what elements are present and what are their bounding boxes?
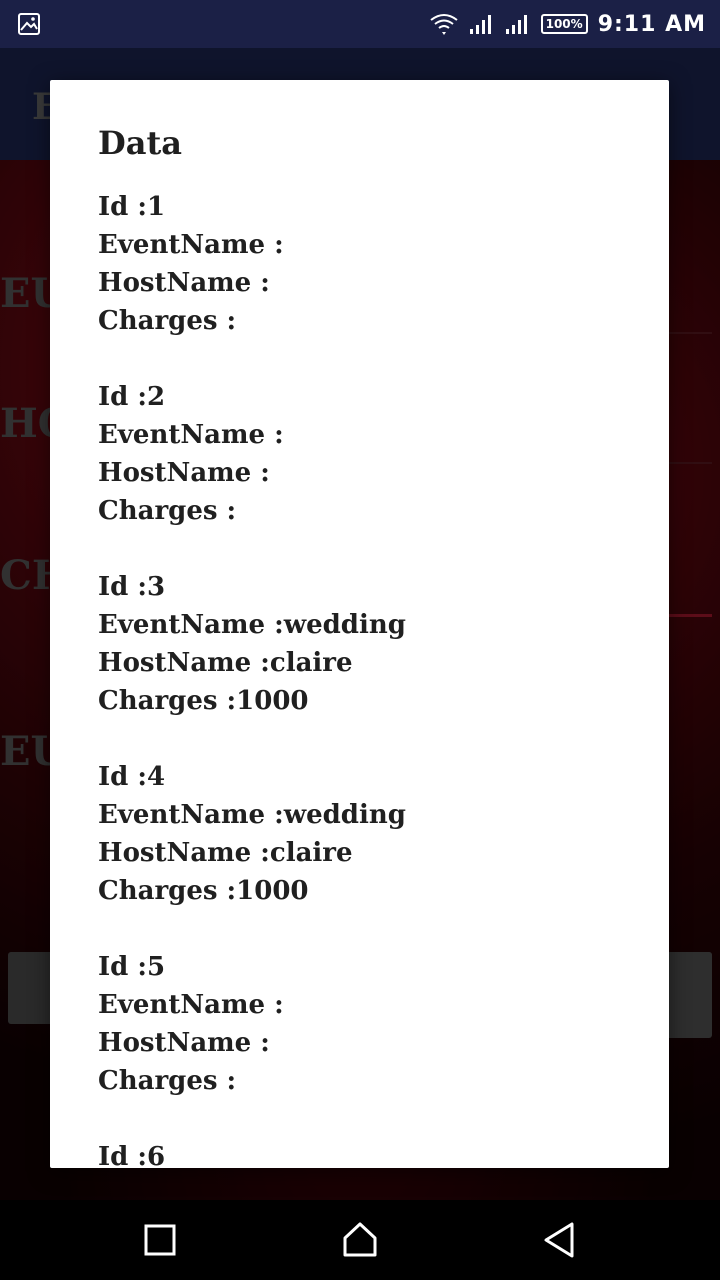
record-id: Id :4 [98, 762, 166, 792]
record-item: Id :4 EventName :wedding HostName :clair… [98, 758, 645, 910]
recents-icon[interactable] [138, 1218, 182, 1262]
record-event-name: EventName : [98, 990, 284, 1020]
record-item: Id :5 EventName : HostName : Charges : [98, 948, 645, 1100]
record-host-name: HostName : [98, 1028, 270, 1058]
battery-icon: 100% [540, 14, 588, 34]
record-host-name: HostName :claire [98, 648, 353, 678]
record-item: Id :1 EventName : HostName : Charges : [98, 188, 645, 340]
record-charges: Charges :1000 [98, 876, 309, 906]
record-item: Id :6 [98, 1138, 645, 1168]
image-icon [18, 13, 40, 35]
record-event-name: EventName :wedding [98, 610, 406, 640]
record-item: Id :3 EventName :wedding HostName :clair… [98, 568, 645, 720]
record-item: Id :2 EventName : HostName : Charges : [98, 378, 645, 530]
data-dialog: Data Id :1 EventName : HostName : Charge… [50, 80, 669, 1168]
navigation-bar [0, 1200, 720, 1280]
record-id: Id :3 [98, 572, 166, 602]
records-list[interactable]: Id :1 EventName : HostName : Charges : I… [98, 188, 645, 1168]
record-event-name: EventName :wedding [98, 800, 406, 830]
status-bar: 100% 9:11 AM [0, 0, 720, 48]
signal-icon [505, 15, 527, 34]
record-charges: Charges : [98, 1066, 237, 1096]
dialog-title: Data [98, 124, 182, 162]
record-charges: Charges : [98, 496, 237, 526]
record-id: Id :2 [98, 382, 166, 412]
record-host-name: HostName : [98, 458, 270, 488]
record-event-name: EventName : [98, 420, 284, 450]
wifi-icon [430, 14, 458, 35]
record-charges: Charges : [98, 306, 237, 336]
signal-icon [469, 15, 491, 34]
record-host-name: HostName : [98, 268, 270, 298]
record-host-name: HostName :claire [98, 838, 353, 868]
record-id: Id :1 [98, 192, 166, 222]
back-icon[interactable] [538, 1218, 582, 1262]
status-time: 9:11 AM [597, 11, 706, 37]
record-charges: Charges :1000 [98, 686, 309, 716]
home-icon[interactable] [338, 1218, 382, 1262]
record-id: Id :5 [98, 952, 166, 982]
record-event-name: EventName : [98, 230, 284, 260]
record-id: Id :6 [98, 1142, 166, 1168]
